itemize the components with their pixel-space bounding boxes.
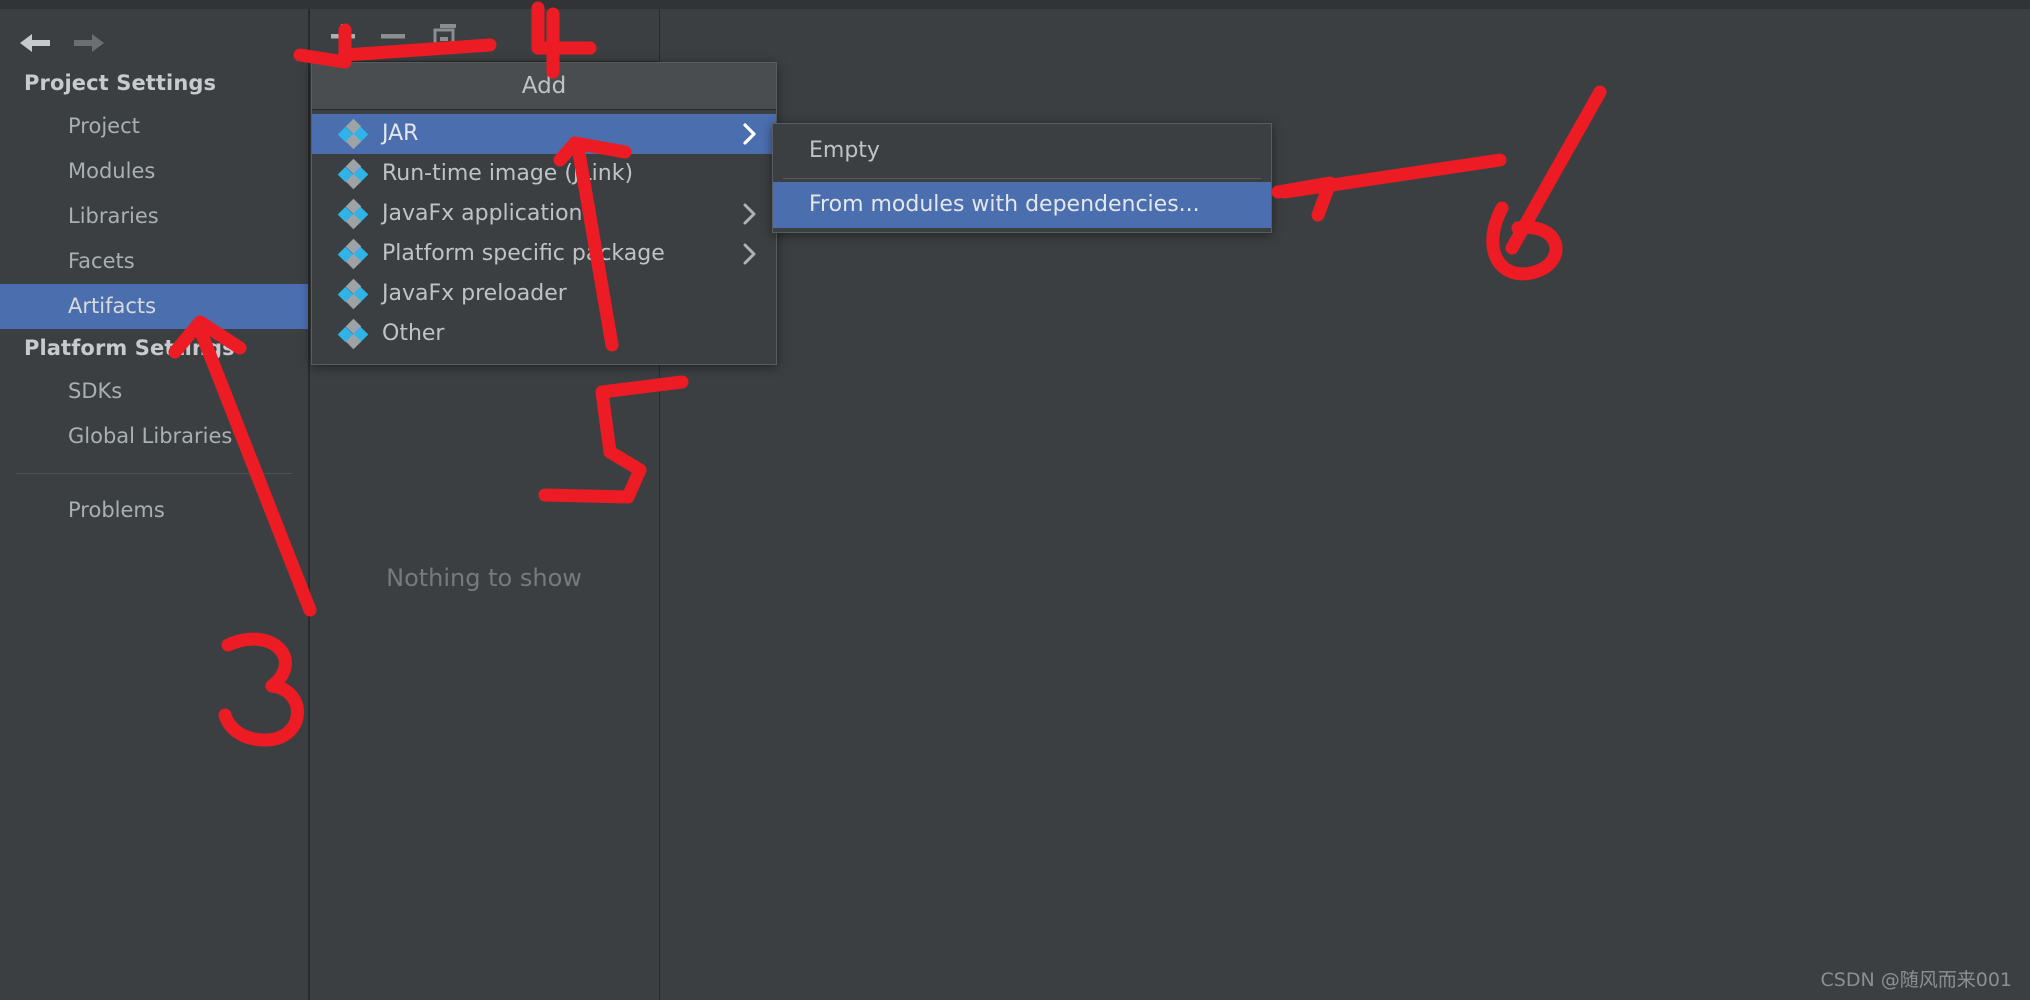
- artifact-diamond-icon: [337, 198, 369, 230]
- menu-item-label: Run-time image (JLink): [382, 161, 634, 186]
- menu-item-label: JavaFx application: [382, 201, 583, 226]
- minus-icon[interactable]: [378, 21, 408, 51]
- sidebar-item-problems[interactable]: Problems: [0, 488, 308, 533]
- menu-item-runtime-image[interactable]: Run-time image (JLink): [312, 154, 776, 194]
- menu-item-label: JAR: [382, 121, 419, 146]
- chevron-right-icon: [743, 123, 756, 145]
- sidebar-group-project-settings: Project Settings: [24, 71, 217, 95]
- chevron-right-icon: [743, 203, 756, 225]
- sidebar-item-artifacts[interactable]: Artifacts: [0, 284, 308, 329]
- sidebar-item-global-libraries[interactable]: Global Libraries: [0, 414, 308, 459]
- sidebar-item-project[interactable]: Project: [0, 104, 308, 149]
- empty-state-message: Nothing to show: [386, 564, 582, 592]
- add-menu-items: JAR Run-time image (JLink) JavaFx applic…: [312, 110, 776, 364]
- navigation-arrows: [0, 9, 308, 64]
- submenu-item-from-modules-with-dependencies[interactable]: From modules with dependencies...: [773, 182, 1271, 228]
- artifact-diamond-icon: [337, 278, 369, 310]
- sidebar-divider: [16, 473, 292, 474]
- watermark-text: CSDN @随风而来001: [1820, 969, 2012, 991]
- menu-item-platform-specific-package[interactable]: Platform specific package: [312, 234, 776, 274]
- arrow-right-icon[interactable]: [72, 31, 106, 55]
- settings-dialog: Project Settings Project Modules Librari…: [0, 0, 2030, 1000]
- artifact-diamond-icon: [337, 238, 369, 270]
- artifact-diamond-icon: [337, 118, 369, 150]
- sidebar-item-libraries[interactable]: Libraries: [0, 194, 308, 239]
- chevron-right-icon: [743, 243, 756, 265]
- sidebar-item-modules[interactable]: Modules: [0, 149, 308, 194]
- arrow-left-icon[interactable]: [18, 31, 52, 55]
- menu-item-javafx-application[interactable]: JavaFx application: [312, 194, 776, 234]
- sidebar-item-sdks[interactable]: SDKs: [0, 369, 308, 414]
- submenu-item-empty[interactable]: Empty: [773, 128, 1271, 174]
- artifacts-toolbar: [310, 11, 658, 62]
- settings-sidebar: Project Settings Project Modules Librari…: [0, 9, 310, 1000]
- window-top-strip: [0, 0, 2030, 9]
- menu-item-label: Other: [382, 321, 445, 346]
- menu-item-label: Platform specific package: [382, 241, 665, 266]
- add-menu-title: Add: [312, 63, 776, 110]
- menu-item-javafx-preloader[interactable]: JavaFx preloader: [312, 274, 776, 314]
- add-popup-menu: Add JAR Run-time image (JLink) JavaFx ap…: [311, 62, 777, 365]
- menu-item-other[interactable]: Other: [312, 314, 776, 354]
- sidebar-group-platform-settings: Platform Settings: [24, 336, 235, 360]
- artifact-diamond-icon: [337, 318, 369, 350]
- sidebar-list: Project Settings Project Modules Librari…: [0, 64, 308, 533]
- copy-icon[interactable]: [430, 21, 460, 51]
- menu-item-label: JavaFx preloader: [382, 281, 567, 306]
- submenu-divider: [783, 178, 1261, 179]
- jar-submenu: Empty From modules with dependencies...: [772, 123, 1272, 233]
- plus-icon[interactable]: [328, 21, 358, 51]
- sidebar-item-facets[interactable]: Facets: [0, 239, 308, 284]
- artifact-diamond-icon: [337, 158, 369, 190]
- menu-item-jar[interactable]: JAR: [312, 114, 776, 154]
